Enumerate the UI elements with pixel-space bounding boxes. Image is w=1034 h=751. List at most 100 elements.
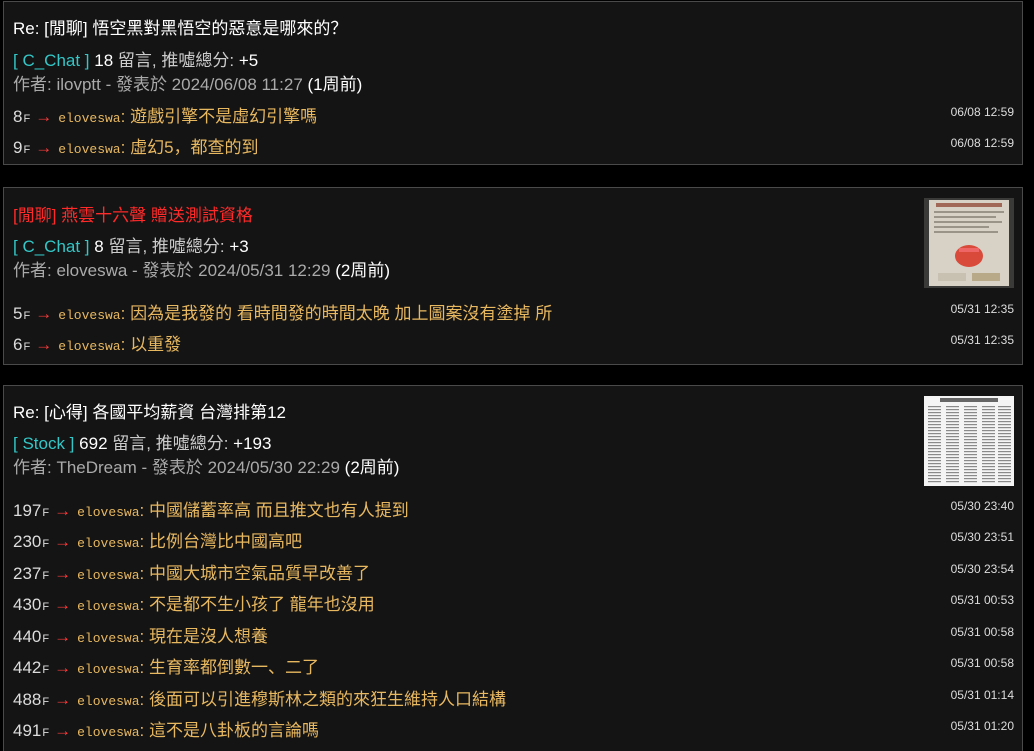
- push-row: 440F → eloveswa: 現在是沒人想養 05/31 00:58: [13, 622, 1014, 646]
- push-content: : 生育率都倒數一、二了: [139, 658, 319, 677]
- push-floor: 197F: [13, 501, 50, 520]
- score: +193: [233, 434, 272, 453]
- push-floor: 237F: [13, 564, 50, 583]
- push-user[interactable]: eloveswa: [58, 142, 120, 157]
- relative-time: (2周前): [344, 458, 400, 477]
- push-content: : 中國大城市空氣品質早改善了: [139, 564, 370, 583]
- author-info: 作者: ilovptt - 發表於 2024/06/08 11:27: [13, 75, 303, 94]
- push-floor: 9F: [13, 138, 31, 157]
- push-time: 06/08 12:59: [950, 136, 1014, 150]
- push-user[interactable]: eloveswa: [58, 111, 120, 126]
- post-meta: [ Stock ] 692 留言, 推噓總分: +193: [13, 429, 271, 454]
- push-arrow-icon: →: [54, 721, 72, 740]
- relative-time: (2周前): [335, 261, 391, 280]
- push-arrow-icon: →: [54, 501, 72, 520]
- push-floor: 5F: [13, 304, 31, 323]
- push-user[interactable]: eloveswa: [77, 631, 139, 646]
- post-thumbnail[interactable]: [924, 198, 1014, 288]
- push-floor: 488F: [13, 690, 50, 709]
- push-user[interactable]: eloveswa: [77, 599, 139, 614]
- push-row: 230F → eloveswa: 比例台灣比中國高吧 05/30 23:51: [13, 527, 1014, 551]
- push-content: : 這不是八卦板的言論嗎: [139, 721, 319, 740]
- push-time: 05/31 00:53: [950, 593, 1014, 607]
- push-time: 05/31 00:58: [950, 656, 1014, 670]
- push-arrow-icon: →: [54, 564, 72, 583]
- post-title[interactable]: [閒聊] 燕雲十六聲 贈送測試資格: [13, 201, 253, 226]
- push-arrow-icon: →: [35, 304, 53, 323]
- push-row: 430F → eloveswa: 不是都不生小孩了 龍年也沒用 05/31 00:53: [13, 590, 1014, 614]
- push-time: 05/31 01:14: [950, 688, 1014, 702]
- push-user[interactable]: eloveswa: [77, 536, 139, 551]
- push-time: 05/30 23:51: [950, 530, 1014, 544]
- push-time: 05/31 12:35: [950, 302, 1014, 316]
- push-arrow-icon: →: [54, 627, 72, 646]
- relative-time: (1周前): [307, 75, 363, 94]
- push-user[interactable]: eloveswa: [77, 694, 139, 709]
- push-user[interactable]: eloveswa: [77, 725, 139, 740]
- post-thumbnail[interactable]: [924, 396, 1014, 486]
- author-info: 作者: TheDream - 發表於 2024/05/30 22:29: [13, 458, 340, 477]
- push-time: 05/31 01:20: [950, 719, 1014, 733]
- comment-count: 8: [94, 237, 104, 256]
- comment-label: 留言, 推噓總分:: [107, 434, 234, 453]
- post-meta: [ C_Chat ] 18 留言, 推噓總分: +5: [13, 46, 258, 71]
- push-arrow-icon: →: [54, 595, 72, 614]
- push-floor: 6F: [13, 335, 31, 354]
- push-row: 5F → eloveswa: 因為是我發的 看時間發的時間太晚 加上圖案沒有塗掉 所…: [13, 299, 1014, 323]
- push-user[interactable]: eloveswa: [58, 308, 120, 323]
- comment-label: 留言, 推噓總分:: [113, 51, 239, 70]
- board-link[interactable]: [ C_Chat ]: [13, 51, 90, 70]
- push-user[interactable]: eloveswa: [77, 568, 139, 583]
- post-author-line: 作者: TheDream - 發表於 2024/05/30 22:29 (2周前…: [13, 453, 399, 478]
- push-floor: 430F: [13, 595, 50, 614]
- push-row: 197F → eloveswa: 中國儲蓄率高 而且推文也有人提到 05/30 23:…: [13, 496, 1014, 520]
- push-floor: 442F: [13, 658, 50, 677]
- score: +5: [238, 51, 259, 70]
- board-link[interactable]: [ C_Chat ]: [13, 237, 90, 256]
- push-time: 05/31 12:35: [950, 333, 1014, 347]
- score: +3: [229, 237, 249, 256]
- post-author-line: 作者: ilovptt - 發表於 2024/06/08 11:27 (1周前): [13, 70, 362, 95]
- push-time: 06/08 12:59: [950, 105, 1014, 119]
- push-arrow-icon: →: [54, 690, 72, 709]
- push-user[interactable]: eloveswa: [77, 662, 139, 677]
- push-row: 237F → eloveswa: 中國大城市空氣品質早改善了 05/30 23:54: [13, 559, 1014, 583]
- event-image-icon: [924, 198, 1014, 288]
- push-arrow-icon: →: [35, 138, 53, 157]
- push-floor: 440F: [13, 627, 50, 646]
- push-arrow-icon: →: [54, 532, 72, 551]
- comment-count: 18: [94, 51, 114, 70]
- push-user[interactable]: eloveswa: [58, 339, 120, 354]
- push-content: : 因為是我發的 看時間發的時間太晚 加上圖案沒有塗掉 所: [120, 304, 553, 323]
- push-floor: 230F: [13, 532, 50, 551]
- push-row: 8F → eloveswa: 遊戲引擎不是虛幻引擎嗎 06/08 12:59: [13, 102, 1014, 126]
- post-card[interactable]: Re: [心得] 各國平均薪資 台灣排第12 [ Stock ] 692 留言,…: [3, 385, 1023, 751]
- push-content: : 不是都不生小孩了 龍年也沒用: [139, 595, 375, 614]
- post-author-line: 作者: eloveswa - 發表於 2024/05/31 12:29 (2周前…: [13, 256, 390, 281]
- push-row: 6F → eloveswa: 以重發 05/31 12:35: [13, 330, 1014, 354]
- push-row: 442F → eloveswa: 生育率都倒數一、二了 05/31 00:58: [13, 653, 1014, 677]
- post-card[interactable]: Re: [閒聊] 悟空黑對黑悟空的惡意是哪來的？ [ C_Chat ] 18 留…: [3, 1, 1023, 165]
- push-row: 9F → eloveswa: 虛幻5，都查的到 06/08 12:59: [13, 133, 1014, 157]
- push-user[interactable]: eloveswa: [77, 505, 139, 520]
- author-info: 作者: eloveswa - 發表於 2024/05/31 12:29: [13, 261, 331, 280]
- post-title[interactable]: Re: [心得] 各國平均薪資 台灣排第12: [13, 398, 286, 423]
- push-content: : 遊戲引擎不是虛幻引擎嗎: [120, 107, 318, 126]
- push-time: 05/30 23:54: [950, 562, 1014, 576]
- push-arrow-icon: →: [35, 335, 53, 354]
- push-content: : 現在是沒人想養: [139, 627, 268, 646]
- push-time: 05/30 23:40: [950, 499, 1014, 513]
- post-meta: [ C_Chat ] 8 留言, 推噓總分: +3: [13, 232, 249, 257]
- push-content: : 後面可以引進穆斯林之類的來狂生維持人口結構: [139, 690, 506, 709]
- post-card[interactable]: [閒聊] 燕雲十六聲 贈送測試資格 [ C_Chat ] 8 留言, 推噓總分:…: [3, 187, 1023, 365]
- push-floor: 8F: [13, 107, 31, 126]
- push-arrow-icon: →: [54, 658, 72, 677]
- post-title[interactable]: Re: [閒聊] 悟空黑對黑悟空的惡意是哪來的？: [13, 14, 347, 39]
- push-content: : 中國儲蓄率高 而且推文也有人提到: [139, 501, 409, 520]
- board-link[interactable]: [ Stock ]: [13, 434, 74, 453]
- push-time: 05/31 00:58: [950, 625, 1014, 639]
- comment-count: 692: [79, 434, 108, 453]
- push-row: 488F → eloveswa: 後面可以引進穆斯林之類的來狂生維持人口結構 05/3…: [13, 685, 1014, 709]
- push-floor: 491F: [13, 721, 50, 740]
- salary-table-image-icon: [924, 396, 1014, 486]
